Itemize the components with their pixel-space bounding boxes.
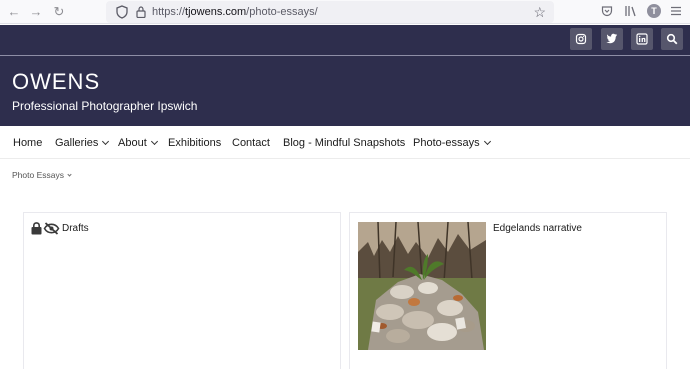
menu-icon[interactable] [669, 5, 683, 19]
nav-item-contact[interactable]: Contact [232, 137, 270, 150]
site-tagline: Professional Photographer Ipswich [12, 99, 198, 113]
profile-avatar[interactable]: T [647, 4, 661, 18]
back-arrow-icon[interactable]: ← [6, 4, 22, 20]
nav-item-galleries[interactable]: Galleries [55, 137, 110, 150]
forward-arrow-icon[interactable]: → [28, 4, 44, 20]
nav-item-label: Home [13, 137, 43, 149]
chevron-down-icon [150, 137, 158, 146]
card-title[interactable]: Drafts [62, 223, 89, 235]
nav-item-label: Blog - Mindful Snapshots [283, 137, 406, 149]
address-bar[interactable]: https://tjowens.com/photo-essays/ ☆ [106, 1, 554, 23]
nav-item-label: Exhibitions [168, 137, 222, 149]
library-icon[interactable] [624, 5, 638, 19]
header-divider [0, 55, 690, 56]
lock-icon[interactable] [136, 6, 146, 18]
card-title[interactable]: Edgelands narrative [493, 223, 582, 235]
twitter-icon[interactable] [601, 28, 623, 50]
url-prefix: https:// [152, 6, 186, 18]
main-navigation: Home Galleries About Exhibitions Contact… [0, 126, 690, 159]
edgelands-card[interactable]: Edgelands narrative [349, 212, 667, 369]
nav-item-home[interactable]: Home [13, 137, 42, 150]
site-header: OWENS Professional Photographer Ipswich [0, 25, 690, 126]
breadcrumb-label: Photo Essays [12, 170, 64, 180]
instagram-icon[interactable] [570, 28, 592, 50]
shield-icon[interactable] [116, 5, 128, 19]
rock-pile-photo[interactable] [358, 222, 486, 350]
pocket-icon[interactable] [600, 5, 614, 19]
nav-item-label: Contact [232, 137, 270, 149]
chevron-down-icon [483, 137, 491, 146]
nav-item-photo-essays[interactable]: Photo-essays [413, 137, 491, 150]
lock-icon [31, 222, 42, 235]
nav-item-blog[interactable]: Blog - Mindful Snapshots [283, 137, 405, 150]
nav-item-exhibitions[interactable]: Exhibitions [168, 137, 221, 150]
drafts-card[interactable]: Drafts [23, 212, 341, 369]
url-text[interactable]: https://tjowens.com/photo-essays/ [152, 5, 318, 19]
url-host: tjowens.com [185, 6, 247, 18]
reload-icon[interactable]: ↻ [51, 4, 67, 20]
nav-item-label: About [118, 137, 147, 149]
nav-item-about[interactable]: About [118, 137, 158, 150]
drafts-icons [31, 222, 60, 235]
nav-item-label: Galleries [55, 137, 99, 149]
site-title[interactable]: OWENS [12, 69, 100, 95]
eye-slash-icon [43, 222, 60, 235]
bookmark-star-icon[interactable]: ☆ [533, 4, 546, 20]
chevron-down-icon [67, 172, 72, 177]
chevron-down-icon [102, 137, 110, 146]
url-path: /photo-essays/ [246, 6, 318, 18]
search-icon[interactable] [661, 28, 683, 50]
nav-item-label: Photo-essays [413, 137, 480, 149]
breadcrumb[interactable]: Photo Essays [12, 170, 72, 180]
browser-toolbar: ← → ↻ https://tjowens.com/photo-essays/ … [0, 0, 690, 24]
linkedin-icon[interactable] [631, 28, 653, 50]
